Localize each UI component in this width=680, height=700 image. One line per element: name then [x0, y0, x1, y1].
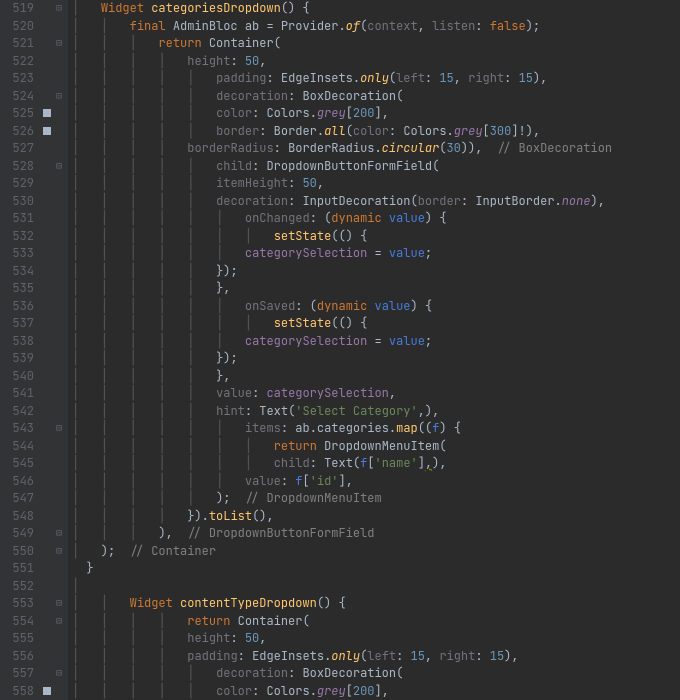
bookmark-marker[interactable]	[43, 687, 51, 695]
line-number: 536	[0, 298, 34, 316]
fold-toggle-icon[interactable]: ⊟	[54, 38, 64, 48]
code-line[interactable]: │ │ │ │ return Container(	[72, 613, 680, 631]
line-number: 538	[0, 333, 34, 351]
bookmark-gutter	[42, 0, 52, 700]
code-line[interactable]: │ │ │ │ │ child: DropdownButtonFormField…	[72, 158, 680, 176]
line-number: 530	[0, 193, 34, 211]
line-number: 546	[0, 473, 34, 491]
line-number: 524	[0, 88, 34, 106]
line-number: 519	[0, 0, 34, 18]
fold-toggle-icon[interactable]: ⊟	[54, 91, 64, 101]
code-line[interactable]: │ │ │ │ │ │ value: f['id'],	[72, 473, 680, 491]
code-line[interactable]: │ │ │ │ │ decoration: InputDecoration(bo…	[72, 193, 680, 211]
line-number: 551	[0, 560, 34, 578]
line-number: 537	[0, 315, 34, 333]
code-line[interactable]: │ │ │ │ │ });	[72, 263, 680, 281]
line-number: 555	[0, 630, 34, 648]
line-number: 529	[0, 175, 34, 193]
fold-toggle-icon[interactable]: ⊟	[54, 528, 64, 538]
code-line[interactable]: │ │ │ │ │ },	[72, 280, 680, 298]
bookmark-marker[interactable]	[43, 109, 51, 117]
line-number: 547	[0, 490, 34, 508]
code-line[interactable]: │ │ │ │ │ │ items: ab.categories.map((f)…	[72, 420, 680, 438]
fold-toggle-icon[interactable]: ⊟	[54, 423, 64, 433]
line-number: 552	[0, 578, 34, 596]
fold-gutter: ⊟ ⊟ ⊟ ⊟ ⊟ ⊟ ⊟ ⊟ ⊟ ⊟	[52, 0, 68, 700]
fold-toggle-icon[interactable]: ⊟	[54, 616, 64, 626]
code-line[interactable]: │ │ │ │ │ decoration: BoxDecoration(	[72, 665, 680, 683]
code-line[interactable]: │ │ │ │ │ hint: Text('Select Category',)…	[72, 403, 680, 421]
code-line[interactable]: │ │ │ │ │ │ categorySelection = value;	[72, 245, 680, 263]
line-number: 528	[0, 158, 34, 176]
line-number: 535	[0, 280, 34, 298]
line-number: 527	[0, 140, 34, 158]
line-number: 550	[0, 543, 34, 561]
code-line[interactable]: │ │ │ │ │ │ onSaved: (dynamic value) {	[72, 298, 680, 316]
code-line[interactable]: │ │ │ │ │ value: categorySelection,	[72, 385, 680, 403]
line-number-gutter: 5195205215225235245255265275285295305315…	[0, 0, 42, 700]
code-line[interactable]: │ ); // Container	[72, 543, 680, 561]
code-line[interactable]: │ │ │ │ │ │ │ setState(() {	[72, 315, 680, 333]
line-number: 526	[0, 123, 34, 141]
line-number: 522	[0, 53, 34, 71]
code-line[interactable]: │ │ │ │ │ },	[72, 368, 680, 386]
line-number: 556	[0, 648, 34, 666]
line-number: 554	[0, 613, 34, 631]
code-line[interactable]: │ │ final AdminBloc ab = Provider.of(con…	[72, 18, 680, 36]
line-number: 525	[0, 105, 34, 123]
line-number: 557	[0, 665, 34, 683]
fold-toggle-icon[interactable]: ⊟	[54, 598, 64, 608]
line-number: 531	[0, 210, 34, 228]
code-editor[interactable]: 5195205215225235245255265275285295305315…	[0, 0, 680, 700]
line-number: 549	[0, 525, 34, 543]
line-number: 540	[0, 368, 34, 386]
line-number: 541	[0, 385, 34, 403]
code-line[interactable]: │ │ │ ), // DropdownButtonFormField	[72, 525, 680, 543]
line-number: 545	[0, 455, 34, 473]
code-line[interactable]: }	[72, 560, 680, 578]
code-line[interactable]: │ │ │ │ │ });	[72, 350, 680, 368]
code-line[interactable]: │ │ │ │ padding: EdgeInsets.only(left: 1…	[72, 648, 680, 666]
code-line[interactable]: │ │ │ │ height: 50,	[72, 53, 680, 71]
code-line[interactable]: │ │ │ │ height: 50,	[72, 630, 680, 648]
code-line[interactable]: │ │ │ │ │ │ │ child: Text(f['name'],),	[72, 455, 680, 473]
code-line[interactable]: │ Widget categoriesDropdown() {	[72, 0, 680, 18]
line-number: 533	[0, 245, 34, 263]
code-line[interactable]: │ │ │ │ }).toList(),	[72, 508, 680, 526]
code-line[interactable]: │ │ │ │ │ │ onChanged: (dynamic value) {	[72, 210, 680, 228]
line-number: 553	[0, 595, 34, 613]
code-area[interactable]: │ Widget categoriesDropdown() {│ │ final…	[68, 0, 680, 700]
line-number: 534	[0, 263, 34, 281]
code-line[interactable]: │ │ │ │ borderRadius: BorderRadius.circu…	[72, 140, 680, 158]
code-line[interactable]: │ │ │ │ │ padding: EdgeInsets.only(left:…	[72, 70, 680, 88]
line-number: 520	[0, 18, 34, 36]
code-line[interactable]: │ │ │ │ │ │ │ setState(() {	[72, 228, 680, 246]
line-number: 544	[0, 438, 34, 456]
line-number: 548	[0, 508, 34, 526]
bookmark-marker[interactable]	[43, 127, 51, 135]
fold-toggle-icon[interactable]: ⊟	[54, 3, 64, 13]
code-line[interactable]: │ │ │ │ │ decoration: BoxDecoration(	[72, 88, 680, 106]
line-number: 523	[0, 70, 34, 88]
fold-toggle-icon[interactable]: ⊟	[54, 161, 64, 171]
code-line[interactable]: │ │ │ │ │ color: Colors.grey[200],	[72, 105, 680, 123]
code-line[interactable]: │ │ │ │ │ border: Border.all(color: Colo…	[72, 123, 680, 141]
line-number: 521	[0, 35, 34, 53]
code-line[interactable]: │ │ │ │ │ itemHeight: 50,	[72, 175, 680, 193]
line-number: 539	[0, 350, 34, 368]
line-number: 532	[0, 228, 34, 246]
code-line[interactable]: │ │ │ │ │ ); // DropdownMenuItem	[72, 490, 680, 508]
code-line[interactable]: │	[72, 578, 680, 596]
line-number: 543	[0, 420, 34, 438]
line-number: 542	[0, 403, 34, 421]
code-line[interactable]: │ │ │ return Container(	[72, 35, 680, 53]
code-line[interactable]: │ │ Widget contentTypeDropdown() {	[72, 595, 680, 613]
code-line[interactable]: │ │ │ │ │ │ categorySelection = value;	[72, 333, 680, 351]
fold-toggle-icon[interactable]: ⊟	[54, 668, 64, 678]
code-line[interactable]: │ │ │ │ │ color: Colors.grey[200],	[72, 683, 680, 700]
code-line[interactable]: │ │ │ │ │ │ │ return DropdownMenuItem(	[72, 438, 680, 456]
fold-toggle-icon[interactable]: ⊟	[54, 546, 64, 556]
line-number: 558	[0, 683, 34, 700]
